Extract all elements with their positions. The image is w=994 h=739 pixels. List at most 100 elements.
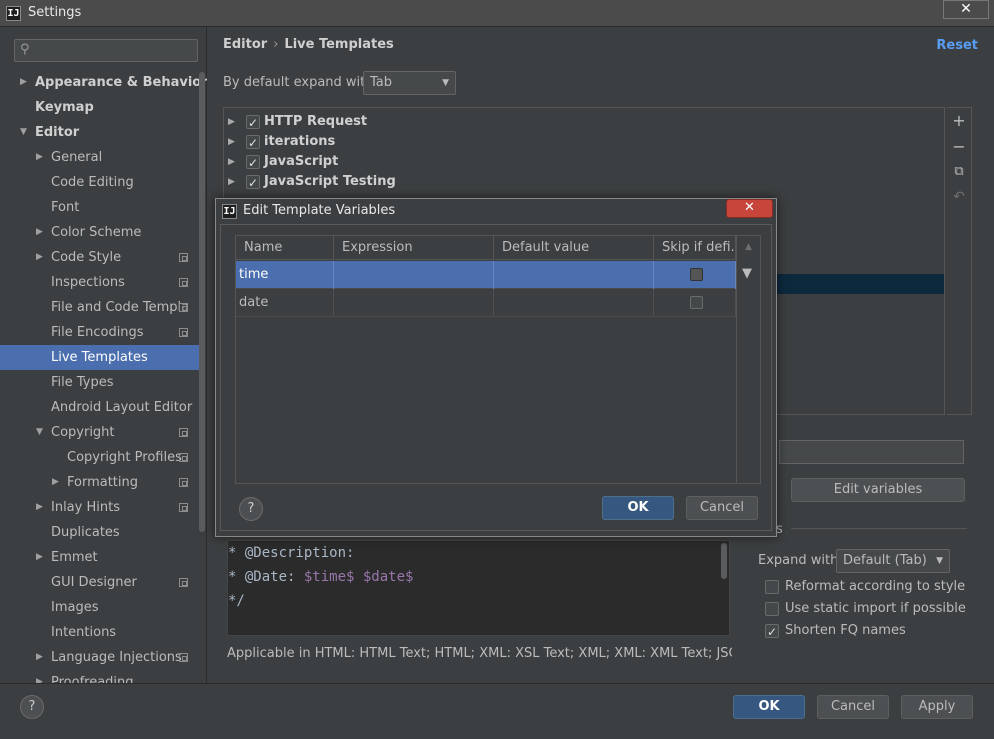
chevron-right-icon[interactable]: ▶ [228,152,235,172]
template-group[interactable]: ▶ iterations [224,132,924,153]
sidebar-item[interactable]: ▶ Color Scheme [0,220,205,245]
settings-tree: ▶ Appearance & Behavior Keymap ▼ Editor ▶ Gene… [0,71,207,683]
sidebar-item[interactable]: Copyright Profiles [0,445,205,470]
remove-icon[interactable]: − [951,139,967,155]
reformat-checkbox[interactable] [765,580,779,594]
template-group[interactable]: ▶ HTTP Request [224,112,924,133]
sidebar-item[interactable]: GUI Designer [0,570,205,595]
dialog-cancel-button[interactable]: Cancel [686,496,758,520]
template-group-checkbox[interactable] [246,133,260,153]
sidebar-item[interactable]: Live Templates [0,345,205,370]
chevron-down-icon[interactable]: ▼ [20,120,27,145]
reset-link[interactable]: Reset [936,38,978,53]
sidebar-item[interactable]: ▼ Copyright [0,420,205,445]
editor-scrollbar[interactable] [721,543,727,579]
cancel-button[interactable]: Cancel [817,695,889,719]
column-header-skip-if-defined[interactable]: Skip if defi... [654,236,736,260]
chevron-right-icon[interactable]: ▶ [52,470,59,495]
window-close-button[interactable]: ✕ [943,0,989,19]
default-value-cell[interactable] [494,261,654,289]
sidebar-item-label: Proofreading [51,675,134,683]
description-input[interactable] [779,440,964,464]
chevron-right-icon[interactable]: ▶ [36,495,43,520]
sidebar-item[interactable]: Code Editing [0,170,205,195]
chevron-right-icon[interactable]: ▶ [36,145,43,170]
chevron-down-icon: ▼ [442,78,449,88]
chevron-right-icon[interactable]: ▶ [36,645,43,670]
chevron-right-icon[interactable]: ▶ [36,220,43,245]
variable-name-cell[interactable]: date [236,289,334,317]
chevron-right-icon[interactable]: ▶ [36,245,43,270]
sidebar-item[interactable]: ▶ Inlay Hints [0,495,205,520]
chevron-right-icon[interactable]: ▶ [228,112,235,132]
column-header-expression[interactable]: Expression [334,236,494,260]
sidebar-item[interactable]: Duplicates [0,520,205,545]
sidebar-scrollbar[interactable] [199,72,205,532]
code-line: */ [228,593,245,609]
sidebar-item[interactable]: Images [0,595,205,620]
static-import-checkbox[interactable] [765,602,779,616]
sidebar-item[interactable]: ▶ Language Injections [0,645,205,670]
expression-cell[interactable] [334,261,494,289]
restore-icon[interactable]: ↶ [951,189,967,205]
search-icon: ⚲ [20,42,30,57]
sidebar-item[interactable]: File Encodings [0,320,205,345]
table-scrollbar[interactable]: ▲ ▼ [736,236,760,483]
dialog-close-button[interactable]: ✕ [726,199,773,218]
expand-with-dropdown[interactable]: Default (Tab) ▼ [836,549,950,573]
sidebar-item[interactable]: ▶ Appearance & Behavior [0,71,207,95]
chevron-right-icon[interactable]: ▶ [36,545,43,570]
chevron-right-icon[interactable]: ▶ [20,71,27,95]
sidebar-item[interactable]: Keymap [0,95,205,120]
dialog-ok-button[interactable]: OK [602,496,674,520]
skip-cell[interactable] [654,261,736,289]
variable-name-cell[interactable]: time [236,261,334,289]
sidebar-item[interactable]: ▶ Emmet [0,545,205,570]
chevron-right-icon[interactable]: ▶ [228,132,235,152]
default-value-cell[interactable] [494,289,654,317]
move-down-icon[interactable]: ▼ [742,266,752,281]
template-group-checkbox[interactable] [246,153,260,173]
default-expand-dropdown[interactable]: Tab ▼ [363,71,456,95]
template-group-checkbox[interactable] [246,173,260,193]
sidebar-item[interactable]: ▶ Formatting [0,470,205,495]
sidebar-item-label: File and Code Templa [51,300,190,315]
sidebar-item[interactable]: Intentions [0,620,205,645]
sidebar-item[interactable]: ▶ General [0,145,205,170]
sidebar-item[interactable]: Font [0,195,205,220]
help-button[interactable]: ? [20,695,44,719]
skip-if-defined-checkbox[interactable] [690,268,703,281]
sidebar-item[interactable]: ▶ Code Style [0,245,205,270]
shorten-fq-checkbox[interactable] [765,622,779,642]
apply-button[interactable]: Apply [901,695,973,719]
edit-variables-button[interactable]: Edit variables [791,478,965,502]
applicable-contexts-text[interactable]: Applicable in HTML: HTML Text; HTML; XML… [227,646,732,661]
dialog-help-button[interactable]: ? [239,497,263,521]
sidebar-item[interactable]: ▼ Editor [0,120,205,145]
dialog-title-bar: IJ Edit Template Variables ✕ [216,199,776,224]
sidebar-item[interactable]: File Types [0,370,205,395]
template-group-checkbox[interactable] [246,113,260,133]
ok-button[interactable]: OK [733,695,805,719]
add-icon[interactable]: + [951,113,967,129]
chevron-down-icon[interactable]: ▼ [36,420,43,445]
settings-search-input[interactable]: ⚲ [14,39,198,62]
skip-cell[interactable] [654,289,736,317]
template-group[interactable]: ▶ JavaScript Testing [224,172,924,193]
chevron-right-icon[interactable]: ▶ [36,670,43,683]
chevron-right-icon[interactable]: ▶ [228,172,235,192]
copy-icon[interactable]: ⧉ [951,164,967,180]
scroll-up-icon[interactable]: ▲ [745,242,752,252]
sidebar-item[interactable]: Android Layout Editor [0,395,205,420]
column-header-name[interactable]: Name [236,236,334,260]
column-header-default-value[interactable]: Default value [494,236,654,260]
skip-if-defined-checkbox[interactable] [690,296,703,309]
sidebar-item[interactable]: File and Code Templa [0,295,205,320]
template-text-editor[interactable]: * @Description: * @Date: $time$ $date$ *… [227,540,730,636]
sidebar-item[interactable]: ▶ Proofreading [0,670,205,683]
sidebar-item[interactable]: Inspections [0,270,205,295]
table-row[interactable]: time [236,261,736,289]
expression-cell[interactable] [334,289,494,317]
table-row[interactable]: date [236,289,736,317]
template-group[interactable]: ▶ JavaScript [224,152,924,173]
